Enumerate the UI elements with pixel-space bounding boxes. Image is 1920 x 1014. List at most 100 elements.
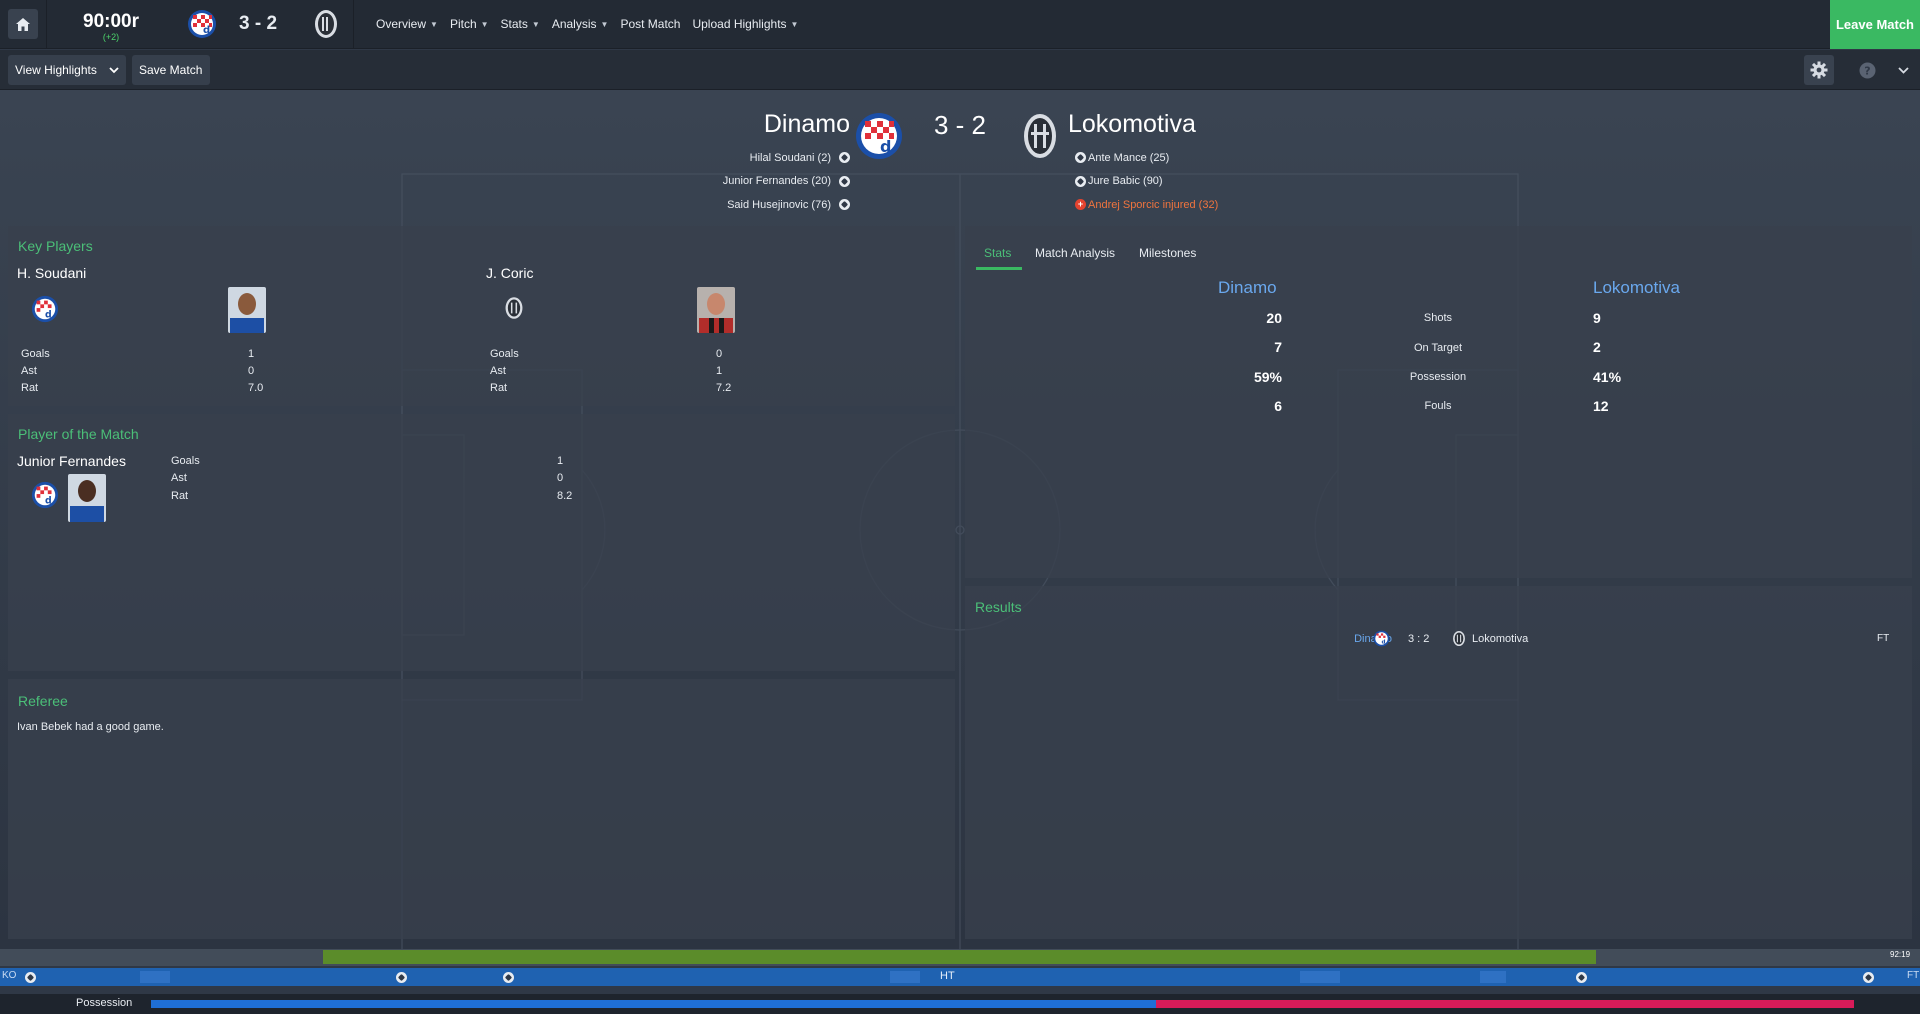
dinamo-crest-icon: d bbox=[31, 295, 59, 323]
referee-text: Ivan Bebek had a good game. bbox=[17, 721, 164, 733]
stat-label: Ast bbox=[490, 365, 506, 377]
stat-home-value: 59% bbox=[1253, 369, 1282, 385]
stat-label: Ast bbox=[21, 365, 37, 377]
possession-label: Possession bbox=[76, 997, 133, 1009]
toolbar-menu-button[interactable] bbox=[1888, 55, 1918, 85]
goal-icon[interactable] bbox=[396, 972, 407, 983]
scorer-text: Hilal Soudani (2) bbox=[749, 151, 831, 164]
dinamo-crest-icon: d bbox=[188, 10, 216, 38]
timeline-segment bbox=[1480, 971, 1506, 983]
menu-stats[interactable]: Stats ▼ bbox=[495, 17, 546, 31]
dinamo-crest-icon: d bbox=[1373, 630, 1390, 647]
menu-pitch[interactable]: Pitch ▼ bbox=[444, 17, 495, 31]
dinamo-crest-icon: d bbox=[856, 113, 902, 159]
player-photo[interactable] bbox=[697, 287, 735, 333]
away-team-name: Lokomotiva bbox=[1068, 110, 1196, 138]
stat-value: 1 bbox=[557, 455, 564, 467]
stat-label: Rat bbox=[21, 382, 39, 394]
view-highlights-dropdown[interactable]: View Highlights bbox=[8, 55, 126, 85]
svg-text:d: d bbox=[45, 309, 52, 320]
stat-row-label: Fouls bbox=[1424, 400, 1452, 412]
panel-title: Player of the Match bbox=[18, 426, 139, 442]
stat-value: 7.2 bbox=[716, 382, 732, 394]
stat-row-label: Possession bbox=[1409, 371, 1467, 383]
stat-value: 0 bbox=[248, 365, 255, 377]
player-photo[interactable] bbox=[68, 474, 106, 522]
view-highlights-label: View Highlights bbox=[15, 63, 97, 77]
stat-label: Goals bbox=[490, 348, 519, 360]
stat-label: Rat bbox=[171, 490, 189, 502]
match-score: 3 - 2 bbox=[933, 110, 987, 140]
injury-row: + Andrej Sporcic injured (32) bbox=[1075, 193, 1218, 217]
leave-match-button[interactable]: Leave Match bbox=[1830, 0, 1920, 49]
stat-value: 0 bbox=[557, 472, 564, 484]
match-progress-fill bbox=[323, 950, 1596, 964]
result-away-team[interactable]: Lokomotiva bbox=[1472, 633, 1528, 645]
goal-icon bbox=[1075, 152, 1086, 164]
scorer-text: Junior Fernandes (20) bbox=[722, 175, 831, 188]
menu-post-match[interactable]: Post Match bbox=[614, 17, 686, 31]
time-badge: 92:19 bbox=[1890, 950, 1911, 959]
timeline-ko: KO bbox=[2, 970, 17, 981]
menu-upload-highlights[interactable]: Upload Highlights ▼ bbox=[686, 17, 804, 31]
menu-label: Stats bbox=[500, 17, 528, 31]
timeline-segment bbox=[140, 971, 170, 983]
svg-text:?: ? bbox=[1864, 64, 1870, 77]
referee-panel: Referee Ivan Bebek had a good game. bbox=[8, 679, 955, 939]
goal-icon bbox=[1075, 175, 1086, 187]
panel-title: Referee bbox=[18, 693, 68, 709]
scorer-row: Junior Fernandes (20) bbox=[723, 170, 850, 194]
chevron-down-icon: ▼ bbox=[600, 19, 609, 29]
timeline-ht: HT bbox=[940, 970, 955, 982]
result-score[interactable]: 3 : 2 bbox=[1408, 633, 1429, 645]
help-button[interactable]: ? bbox=[1852, 55, 1882, 85]
menu-overview[interactable]: Overview ▼ bbox=[370, 17, 444, 31]
svg-text:d: d bbox=[203, 25, 210, 36]
match-progress-track: 92:19 bbox=[0, 949, 1920, 966]
stat-home-value: 7 bbox=[1274, 339, 1282, 355]
stat-label: Goals bbox=[171, 455, 200, 467]
timeline-segment bbox=[890, 971, 920, 983]
menu-label: Overview bbox=[376, 17, 427, 31]
home-button[interactable] bbox=[8, 9, 38, 39]
player-photo[interactable] bbox=[228, 287, 266, 333]
menu-label: Post Match bbox=[620, 17, 681, 31]
active-tab-indicator bbox=[976, 267, 1022, 270]
topbar-score: 3 - 2 bbox=[239, 13, 278, 34]
stats-away-team[interactable]: Lokomotiva bbox=[1593, 278, 1680, 298]
goal-icon[interactable] bbox=[1576, 972, 1587, 983]
stat-row-label: Shots bbox=[1423, 312, 1453, 324]
scorer-text: Jure Babic (90) bbox=[1088, 175, 1163, 188]
goal-icon[interactable] bbox=[1863, 972, 1874, 983]
potm-player-name[interactable]: Junior Fernandes bbox=[17, 453, 126, 469]
scorer-row: Hilal Soudani (2) bbox=[723, 146, 850, 170]
goal-icon[interactable] bbox=[25, 972, 36, 983]
tab-milestones[interactable]: Milestones bbox=[1139, 246, 1196, 260]
help-icon: ? bbox=[1859, 62, 1875, 78]
stat-value: 8.2 bbox=[557, 490, 573, 502]
scorer-text: Said Husejinovic (76) bbox=[727, 198, 831, 211]
settings-button[interactable] bbox=[1804, 55, 1834, 85]
menu-analysis[interactable]: Analysis ▼ bbox=[546, 17, 615, 31]
key-player-name[interactable]: H. Soudani bbox=[17, 265, 86, 281]
chevron-down-icon bbox=[1897, 66, 1909, 74]
lokomotiva-crest-icon bbox=[1024, 114, 1056, 158]
stat-value: 7.0 bbox=[248, 382, 264, 394]
tab-stats[interactable]: Stats bbox=[984, 246, 1011, 260]
away-possession-fill bbox=[1155, 1000, 1854, 1008]
match-top-bar: 90:00r (+2) d 3 - 2 Overview ▼ Pitch ▼ Sta… bbox=[0, 0, 1920, 49]
stat-label: Goals bbox=[21, 348, 50, 360]
match-timeline[interactable]: KO HT FT bbox=[0, 968, 1920, 986]
goal-icon[interactable] bbox=[503, 972, 514, 983]
save-match-button[interactable]: Save Match bbox=[132, 55, 210, 85]
lokomotiva-crest-icon bbox=[505, 297, 523, 319]
menu-label: Pitch bbox=[449, 17, 477, 31]
key-player-name[interactable]: J. Coric bbox=[486, 265, 533, 281]
chevron-down-icon: ▼ bbox=[430, 19, 438, 29]
player-of-the-match-panel: Player of the Match bbox=[8, 414, 955, 671]
timeline-ft: FT bbox=[1907, 970, 1920, 981]
stats-home-team[interactable]: Dinamo bbox=[1218, 278, 1277, 298]
stat-label: Rat bbox=[490, 382, 508, 394]
tab-match-analysis[interactable]: Match Analysis bbox=[1035, 246, 1115, 260]
possession-bar-row: Possession bbox=[0, 994, 1920, 1014]
